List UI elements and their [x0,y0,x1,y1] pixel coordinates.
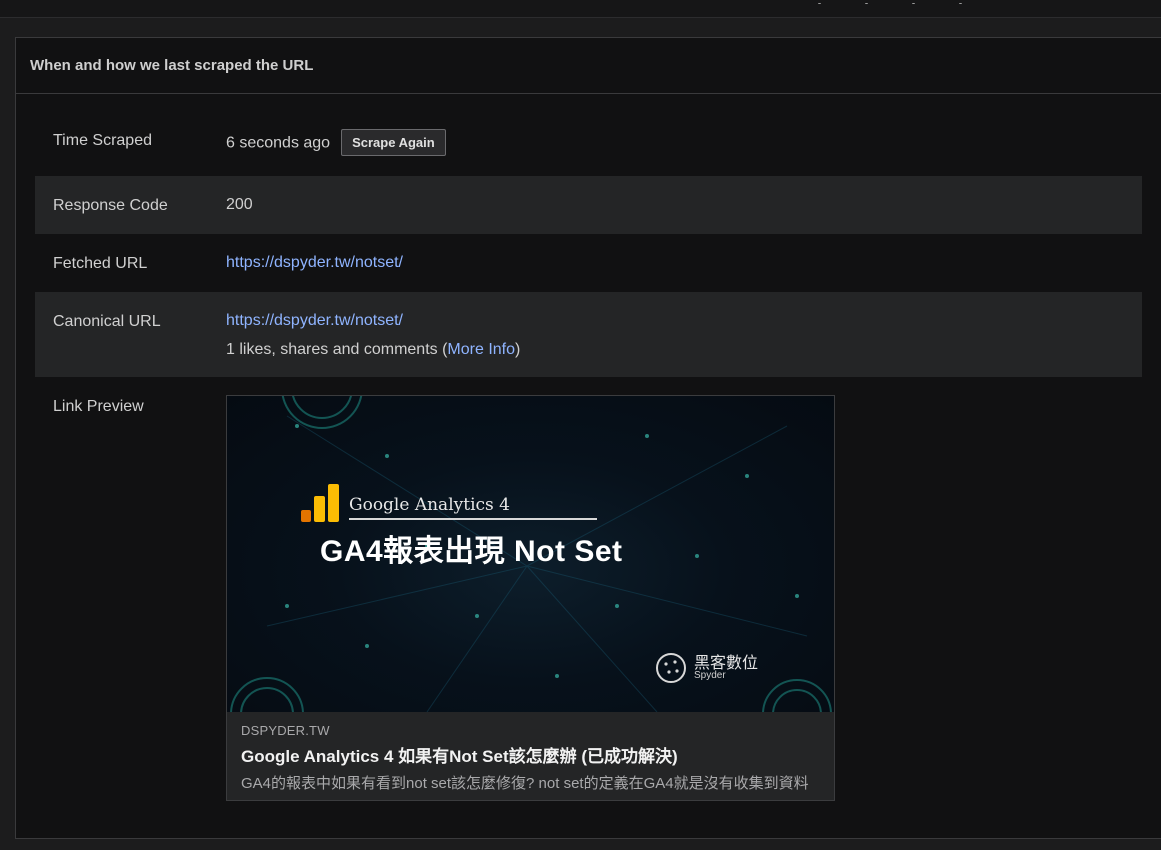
preview-image-overline: Google Analytics 4 [349,495,510,515]
time-scraped-value-wrap: 6 seconds ago Scrape Again [226,129,446,157]
preview-title: Google Analytics 4 如果有Not Set該怎麼辦 (已成功解決… [241,747,678,766]
spyder-logo-icon [656,653,686,683]
response-code-label: Response Code [53,197,168,214]
more-info-link[interactable]: More Info [447,341,515,358]
google-analytics-icon [301,484,339,522]
cut-off-top-text [818,0,1038,4]
time-scraped-label: Time Scraped [53,132,152,149]
preview-image: Google Analytics 4 GA4報表出現 Not Set 黑客數位 … [227,396,834,712]
top-bar [0,0,1161,18]
time-scraped-value: 6 seconds ago [226,134,331,152]
engagement-prefix: 1 likes, shares and comments ( [226,341,448,358]
fetched-url-label: Fetched URL [53,255,148,272]
fetched-url-link[interactable]: https://dspyder.tw/notset/ [226,254,403,272]
preview-meta: DSPYDER.TW Google Analytics 4 如果有Not Set… [227,712,834,793]
link-preview-card[interactable]: Google Analytics 4 GA4報表出現 Not Set 黑客數位 … [226,395,835,801]
scrape-again-button[interactable]: Scrape Again [341,129,446,156]
canonical-url-link[interactable]: https://dspyder.tw/notset/ [226,312,403,330]
row-canonical-url: Canonical URL https://dspyder.tw/notset/… [35,292,1142,377]
row-response-code: Response Code 200 [35,176,1142,234]
link-preview-label: Link Preview [53,398,144,415]
scrape-info-card: When and how we last scraped the URL Tim… [15,37,1161,839]
response-code-value: 200 [226,196,253,213]
preview-image-headline: GA4報表出現 Not Set [320,535,623,568]
preview-domain: DSPYDER.TW [241,723,330,738]
row-fetched-url: Fetched URL https://dspyder.tw/notset/ [35,234,1142,292]
preview-brand-subtitle: Spyder [694,670,726,681]
section-title: When and how we last scraped the URL [16,38,1161,94]
canonical-url-label: Canonical URL [53,313,161,330]
engagement-text: 1 likes, shares and comments (More Info) [226,341,520,359]
engagement-suffix: ) [515,341,521,358]
preview-image-divider [349,518,597,520]
preview-description: GA4的報表中如果有看到not set該怎麼修復? not set的定義在GA4… [241,775,809,792]
